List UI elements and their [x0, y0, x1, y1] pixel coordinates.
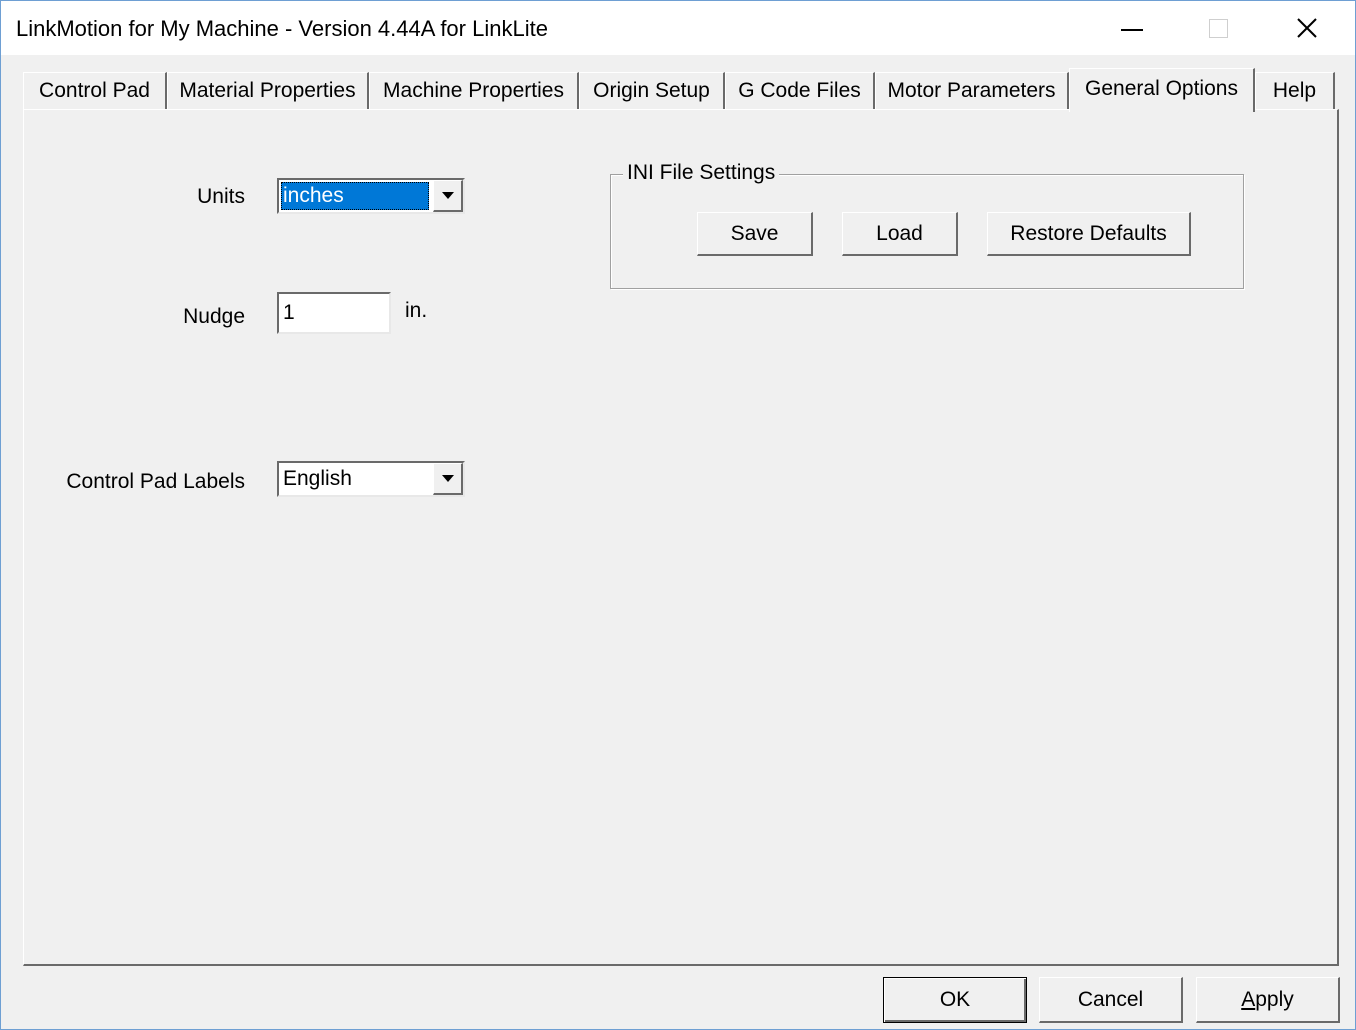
units-dropdown-button[interactable]: [433, 180, 463, 212]
tab-g-code-files[interactable]: G Code Files: [725, 72, 875, 110]
nudge-input[interactable]: [277, 292, 391, 334]
units-dropdown[interactable]: inches: [277, 178, 465, 214]
tab-machine-properties[interactable]: Machine Properties: [369, 72, 579, 110]
tab-origin-setup[interactable]: Origin Setup: [579, 72, 725, 110]
apply-button[interactable]: Apply: [1196, 977, 1340, 1023]
control-pad-labels-dropdown[interactable]: English: [277, 461, 465, 497]
minimize-button[interactable]: [1088, 1, 1176, 55]
control-pad-labels-value: English: [283, 467, 352, 490]
maximize-button[interactable]: [1174, 1, 1262, 55]
ini-file-settings-group: INI File Settings Save Load Restore Defa…: [610, 159, 1244, 289]
general-options-panel: Units inches Nudge in. Control Pad Label…: [23, 109, 1339, 966]
ok-button[interactable]: OK: [883, 977, 1027, 1023]
restore-defaults-button[interactable]: Restore Defaults: [987, 212, 1191, 256]
units-value: inches: [281, 182, 429, 210]
apply-label-rest: pply: [1255, 987, 1294, 1011]
tab-material-properties[interactable]: Material Properties: [167, 72, 369, 110]
load-button[interactable]: Load: [842, 212, 958, 256]
minimize-icon: [1121, 29, 1143, 31]
chevron-down-icon: [441, 475, 454, 482]
close-button[interactable]: [1263, 1, 1351, 55]
nudge-unit-label: in.: [405, 299, 428, 322]
units-label: Units: [197, 185, 245, 208]
title-bar: LinkMotion for My Machine - Version 4.44…: [1, 1, 1355, 55]
window-title: LinkMotion for My Machine - Version 4.44…: [16, 16, 548, 41]
save-button[interactable]: Save: [697, 212, 813, 256]
nudge-label: Nudge: [183, 305, 245, 328]
cancel-button[interactable]: Cancel: [1039, 977, 1183, 1023]
tab-general-options[interactable]: General Options: [1069, 68, 1255, 112]
close-icon: [1297, 18, 1317, 38]
control-pad-labels-dropdown-button[interactable]: [433, 463, 463, 495]
apply-accelerator: A: [1241, 987, 1256, 1011]
tab-strip: Control Pad Material Properties Machine …: [23, 68, 1339, 112]
tab-help[interactable]: Help: [1255, 72, 1335, 110]
app-window: LinkMotion for My Machine - Version 4.44…: [0, 0, 1356, 1030]
tab-motor-parameters[interactable]: Motor Parameters: [875, 72, 1069, 110]
chevron-down-icon: [441, 192, 454, 199]
control-pad-labels-label: Control Pad Labels: [66, 470, 245, 493]
maximize-icon: [1208, 18, 1228, 38]
tab-control-pad[interactable]: Control Pad: [23, 72, 167, 110]
ini-file-settings-title: INI File Settings: [623, 159, 780, 187]
